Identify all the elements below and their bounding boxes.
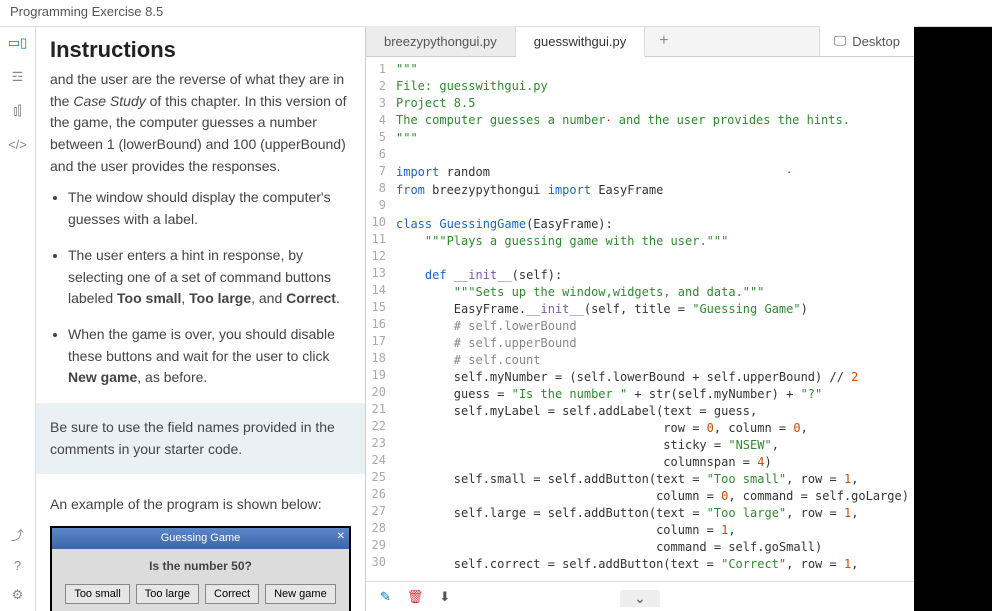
example-caption: An example of the program is shown below… bbox=[50, 494, 351, 516]
editor-toolbar: ✎ 🗑 ⬇ ⌄ bbox=[366, 581, 914, 611]
line-gutter: 1234567891011121314151617181920212223242… bbox=[366, 57, 390, 581]
list-icon[interactable]: ☲ bbox=[12, 69, 24, 85]
mock-too-small-button: Too small bbox=[65, 584, 129, 604]
mock-titlebar: Guessing Game ✕ bbox=[52, 528, 349, 549]
download-icon[interactable]: ⬇ bbox=[439, 589, 450, 605]
tab-guesswithgui[interactable]: guesswithgui.py bbox=[516, 27, 646, 57]
main-layout: ▭▯ ☲ ⫾⫿ </> ⤴ ? ⚙ Instructions and the u… bbox=[0, 26, 992, 611]
share-icon[interactable]: ⤴ bbox=[11, 525, 24, 544]
editor-pane: breezypythongui.py guesswithgui.py + 🖵 D… bbox=[366, 27, 914, 611]
tab-add[interactable]: + bbox=[645, 26, 682, 56]
mock-correct-button: Correct bbox=[205, 584, 259, 604]
desktop-label: Desktop bbox=[852, 34, 900, 49]
trash-icon[interactable]: 🗑 bbox=[407, 589, 424, 605]
mock-title-text: Guessing Game bbox=[161, 532, 240, 544]
code-editor[interactable]: 1234567891011121314151617181920212223242… bbox=[366, 57, 914, 581]
mock-question: Is the number 50? bbox=[62, 557, 339, 576]
sep1: , bbox=[181, 290, 189, 306]
bullet3-lead: When the game is over, you should disabl… bbox=[68, 326, 335, 364]
instructions-pane: Instructions and the user are the revers… bbox=[36, 27, 366, 611]
too-large-label: Too large bbox=[189, 290, 251, 306]
chart-icon[interactable]: ⫾⫿ bbox=[13, 103, 21, 119]
instructions-body: and the user are the reverse of what the… bbox=[36, 69, 365, 611]
mock-new-game-button: New game bbox=[265, 584, 336, 604]
bullet-1: The window should display the computer's… bbox=[68, 187, 351, 230]
book-icon[interactable]: ▭▯ bbox=[8, 35, 27, 51]
mock-close-icon: ✕ bbox=[337, 529, 345, 545]
settings-icon[interactable]: ⚙ bbox=[12, 587, 24, 603]
and-sep: , and bbox=[251, 290, 286, 306]
tab-breezypythongui[interactable]: breezypythongui.py bbox=[366, 26, 516, 56]
desktop-icon: 🖵 bbox=[834, 33, 847, 49]
mock-too-large-button: Too large bbox=[136, 584, 199, 604]
side-nav: ▭▯ ☲ ⫾⫿ </> ⤴ ? ⚙ bbox=[0, 27, 36, 611]
preview-pane bbox=[914, 27, 992, 611]
case-study-em: Case Study bbox=[73, 93, 145, 109]
edit-icon[interactable]: ✎ bbox=[380, 589, 391, 605]
instructions-heading: Instructions bbox=[36, 27, 365, 69]
editor-tabs: breezypythongui.py guesswithgui.py + 🖵 D… bbox=[366, 27, 914, 57]
expand-handle-icon[interactable]: ⌄ bbox=[620, 590, 660, 607]
bullet-2: The user enters a hint in response, by s… bbox=[68, 245, 351, 310]
callout-note: Be sure to use the field names provided … bbox=[36, 403, 365, 474]
example-window-mockup: Guessing Game ✕ Is the number 50? Too sm… bbox=[50, 526, 351, 611]
newgame-label: New game bbox=[68, 369, 137, 385]
code-content[interactable]: """File: guesswithgui.pyProject 8.5The c… bbox=[390, 57, 914, 581]
desktop-toggle[interactable]: 🖵 Desktop bbox=[819, 26, 914, 56]
window-title: Programming Exercise 8.5 bbox=[0, 0, 992, 26]
bullet3-tail: , as before. bbox=[137, 369, 207, 385]
correct-label: Correct bbox=[286, 290, 336, 306]
bullet-3: When the game is over, you should disabl… bbox=[68, 324, 351, 389]
code-icon[interactable]: </> bbox=[8, 137, 27, 152]
too-small-label: Too small bbox=[117, 290, 181, 306]
sep-dot: . bbox=[336, 290, 340, 306]
help-icon[interactable]: ? bbox=[14, 558, 21, 573]
